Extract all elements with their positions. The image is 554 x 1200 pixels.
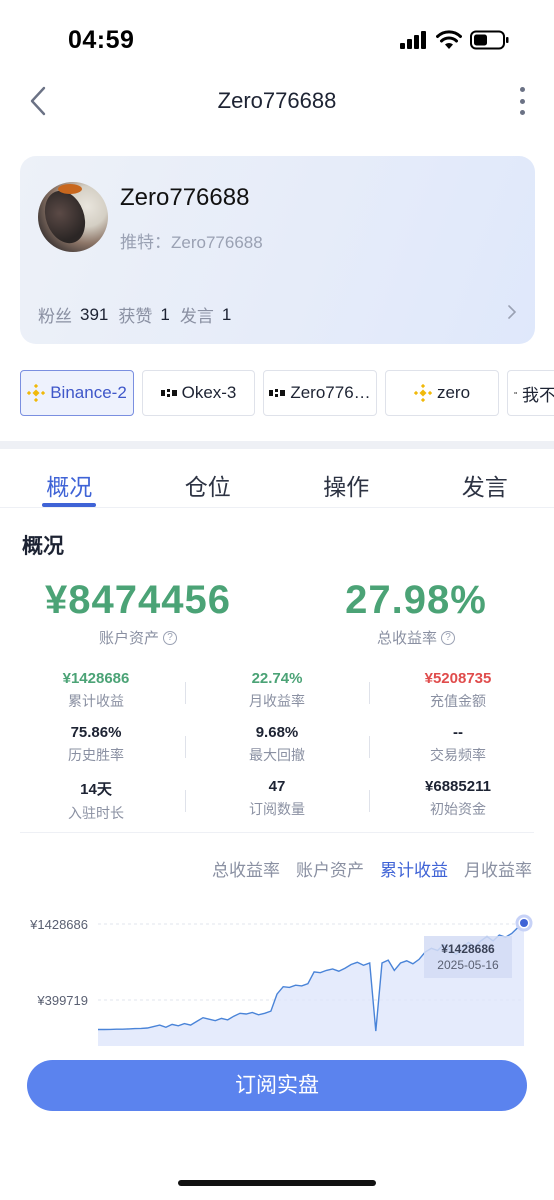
chart-tab-monthly-return[interactable]: 月收益率 (464, 856, 532, 881)
stat-value: ¥6885211 (425, 778, 491, 795)
status-icons (400, 30, 510, 50)
stat-value: 22.74% (251, 670, 303, 687)
avatar (38, 182, 108, 252)
subscribe-button[interactable]: 订阅实盘 (27, 1060, 527, 1111)
exchange-tab-okex-3[interactable]: Okex-3 (142, 370, 255, 416)
home-indicator (178, 1180, 376, 1186)
section-divider (0, 441, 554, 449)
tooltip-date: 2025-05-16 (437, 958, 499, 972)
exchange-tab-binance-2[interactable]: Binance-2 (20, 370, 134, 416)
section-title: 概况 (22, 535, 64, 558)
return-label: 总收益率 (376, 630, 437, 647)
stat-label: 月收益率 (249, 693, 305, 709)
exchange-tab-label: zero (436, 383, 471, 402)
divider (369, 736, 370, 758)
exchange-tab-label: Zero776… (290, 383, 371, 402)
stat-value: 9.68% (255, 724, 299, 741)
exchange-tab-label: Binance-2 (50, 383, 127, 402)
profile-twitter: 推特：Zero776688 (120, 233, 263, 252)
chart-highlight-point-inner (520, 919, 528, 927)
chart-tabs: 总收益率 账户资产 累计收益 月收益率 (212, 856, 532, 881)
y-tick-label: ¥399719 (36, 993, 88, 1008)
stat-value: ¥5208735 (424, 670, 492, 687)
stat-label: 历史胜率 (68, 747, 124, 763)
chevron-right-icon (507, 304, 517, 320)
tooltip-value: ¥1428686 (441, 942, 495, 956)
likes-label: 获赞 (118, 307, 153, 326)
more-dot-icon (519, 87, 525, 92)
stat-label: 累计收益 (68, 693, 124, 709)
return-value: 27.98% (345, 578, 487, 622)
profile-stats: 粉丝 391 获赞 1 发言 1 (38, 302, 241, 327)
more-dot-icon (519, 110, 525, 115)
stat-label: 订阅数量 (249, 801, 305, 817)
more-button[interactable] (516, 84, 528, 118)
signal-icon (400, 31, 426, 49)
chart-tab-total-return[interactable]: 总收益率 (212, 856, 280, 881)
nav-bar: Zero776688 (0, 72, 554, 132)
divider (369, 790, 370, 812)
stat-label: 初始资金 (430, 801, 486, 817)
exchange-tab-partial[interactable]: 我不 (507, 370, 554, 416)
profile-name: Zero776688 (120, 184, 250, 211)
stat-value: 47 (268, 778, 286, 795)
stat-value: 14天 (80, 781, 112, 798)
binance-icon (27, 384, 46, 402)
exchange-tab-zero776[interactable]: Zero776… (263, 370, 377, 416)
exchange-tab-label: 我不 (522, 385, 554, 405)
assets-stat: ¥8474456 账户资产 ? (28, 578, 248, 648)
fans-label: 粉丝 (38, 307, 72, 326)
stats-row: 14天入驻时长 47 订阅数量 ¥6885211 初始资金 (0, 778, 554, 824)
stat-value: 75.86% (70, 724, 122, 741)
divider (20, 832, 534, 833)
tab-overview[interactable]: 概况 (0, 458, 139, 507)
okx-icon (269, 389, 286, 397)
binance-icon (413, 384, 432, 402)
exchange-tab-label: Okex-3 (181, 383, 237, 402)
stat-label: 最大回撤 (249, 747, 305, 763)
tab-positions[interactable]: 仓位 (139, 458, 278, 507)
battery-icon (470, 30, 509, 50)
status-bar: 04:59 (0, 0, 554, 80)
more-dot-icon (519, 98, 525, 104)
stat-value: -- (453, 724, 463, 741)
stat-label: 入驻时长 (68, 805, 124, 821)
stats-row: ¥1428686 累计收益 22.74% 月收益率 ¥5208735 充值金额 (0, 670, 554, 716)
main-tabs: 概况 仓位 操作 发言 (0, 458, 554, 508)
okx-icon (514, 392, 517, 394)
page-title: Zero776688 (217, 88, 337, 113)
divider (185, 790, 186, 812)
exchange-tabs: Binance-2 Okex-3 Zero776… zero 我不 (20, 370, 554, 416)
y-tick-label: ¥1428686 (29, 917, 88, 932)
return-label-row: 总收益率 ? (306, 627, 526, 648)
divider (185, 736, 186, 758)
divider (369, 682, 370, 704)
chart-tab-cumulative-profit[interactable]: 累计收益 (380, 856, 448, 881)
likes-count: 1 (160, 304, 170, 324)
return-stat: 27.98% 总收益率 ? (306, 578, 526, 648)
help-icon[interactable]: ? (441, 630, 455, 645)
status-time: 04:59 (68, 26, 135, 54)
profit-chart[interactable]: ¥1428686 ¥399719 ¥1428686 2025-05-16 (0, 900, 554, 1050)
assets-label-row: 账户资产 ? (28, 627, 248, 648)
assets-value: ¥8474456 (45, 578, 231, 622)
stat-label: 交易频率 (430, 747, 486, 763)
tab-posts[interactable]: 发言 (416, 458, 554, 507)
posts-count: 1 (221, 304, 232, 324)
stat-label: 充值金额 (430, 693, 486, 709)
chart-svg[interactable]: ¥1428686 ¥399719 ¥1428686 2025-05-16 (0, 900, 554, 1050)
assets-label: 账户资产 (98, 630, 159, 647)
divider (185, 682, 186, 704)
tab-operations[interactable]: 操作 (277, 458, 416, 507)
profile-card[interactable]: Zero776688 推特：Zero776688 粉丝 391 获赞 1 发言 … (20, 156, 535, 344)
exchange-tab-zero[interactable]: zero (385, 370, 499, 416)
fans-count: 391 (80, 304, 109, 324)
stat-value: ¥1428686 (62, 670, 130, 687)
posts-label: 发言 (179, 307, 214, 326)
wifi-icon (436, 30, 462, 49)
okx-icon (160, 389, 177, 397)
stats-row: 75.86% 历史胜率 9.68% 最大回撤 -- 交易频率 (0, 724, 554, 770)
chart-tab-account-assets[interactable]: 账户资产 (296, 856, 364, 881)
help-icon[interactable]: ? (163, 630, 177, 645)
